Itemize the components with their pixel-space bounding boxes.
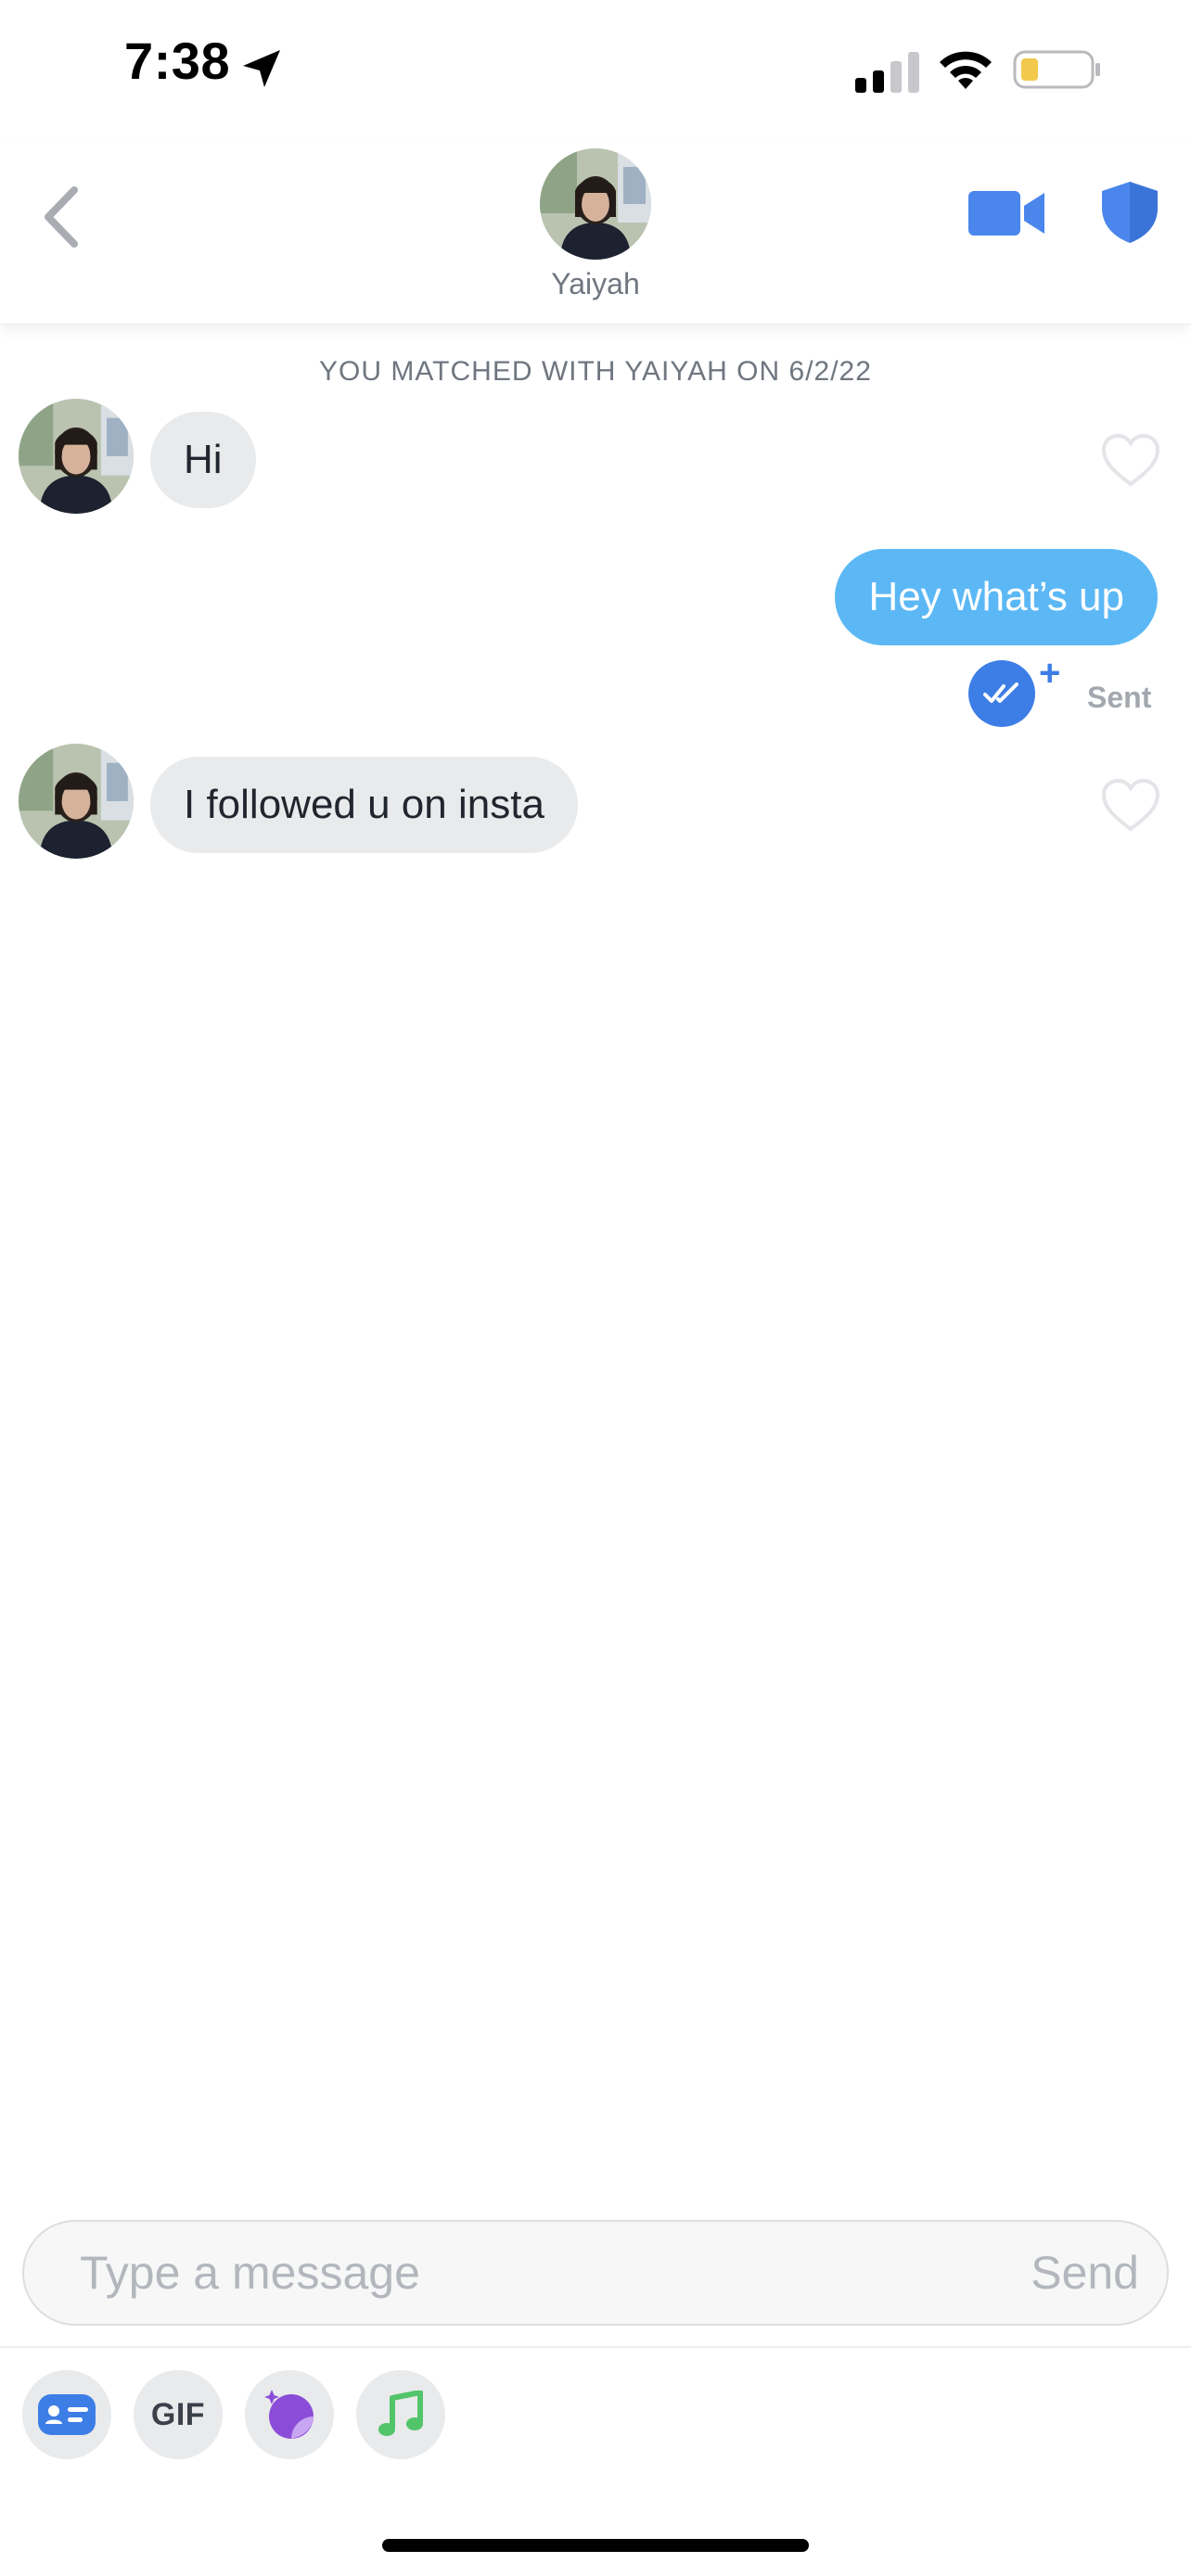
status-time: 7:38: [124, 32, 231, 90]
status-bar: 7:38: [0, 0, 1191, 139]
location-arrow-icon: [243, 50, 280, 87]
match-name: Yaiyah: [551, 267, 640, 300]
chat-screen: 7:38 Yaiyah YOU MATCHED WITH YAIYAH ON 6…: [0, 0, 1191, 2576]
back-button[interactable]: [32, 172, 91, 261]
wifi-icon: [940, 51, 992, 89]
safety-shield-button[interactable]: [1100, 180, 1159, 245]
match-date-banner: YOU MATCHED WITH YAIYAH ON 6/2/22: [319, 356, 872, 387]
avatar-photo: [19, 399, 134, 514]
message-bubble-received[interactable]: Hi: [150, 412, 256, 508]
double-check-icon: [983, 682, 1018, 703]
music-button[interactable]: [356, 2370, 445, 2459]
message-status: Sent: [1087, 681, 1152, 714]
gif-button[interactable]: GIF: [134, 2370, 223, 2459]
sender-avatar[interactable]: [19, 399, 134, 514]
read-receipt-button[interactable]: [968, 660, 1035, 727]
contact-card-icon: [38, 2394, 96, 2435]
message-bubble-sent[interactable]: Hey what’s up: [835, 549, 1158, 645]
sender-avatar[interactable]: [19, 744, 134, 859]
message-composer: Send: [22, 2220, 1169, 2326]
home-indicator: [382, 2539, 809, 2552]
avatar-photo: [540, 148, 651, 260]
music-note-icon: [378, 2391, 423, 2436]
message-bubble-received[interactable]: I followed u on insta: [150, 757, 578, 853]
heart-outline-icon[interactable]: [1100, 777, 1161, 833]
message-input[interactable]: [78, 2222, 913, 2324]
sticker-button[interactable]: [245, 2370, 334, 2459]
match-avatar[interactable]: [540, 148, 651, 260]
cellular-signal-icon: [855, 52, 919, 93]
chevron-left-icon: [45, 186, 78, 248]
sticker-icon: [264, 2390, 314, 2439]
battery-low-icon: [1013, 50, 1100, 89]
send-button[interactable]: Send: [1031, 2222, 1139, 2324]
avatar-photo: [19, 744, 134, 859]
receipt-plus-icon[interactable]: +: [1039, 655, 1060, 692]
heart-outline-icon[interactable]: [1100, 432, 1161, 488]
chat-header: Yaiyah: [0, 139, 1191, 325]
contact-card-button[interactable]: [22, 2370, 111, 2459]
video-call-button[interactable]: [968, 185, 1046, 241]
gif-label: GIF: [150, 2396, 206, 2432]
toolbar-divider: [0, 2346, 1191, 2348]
